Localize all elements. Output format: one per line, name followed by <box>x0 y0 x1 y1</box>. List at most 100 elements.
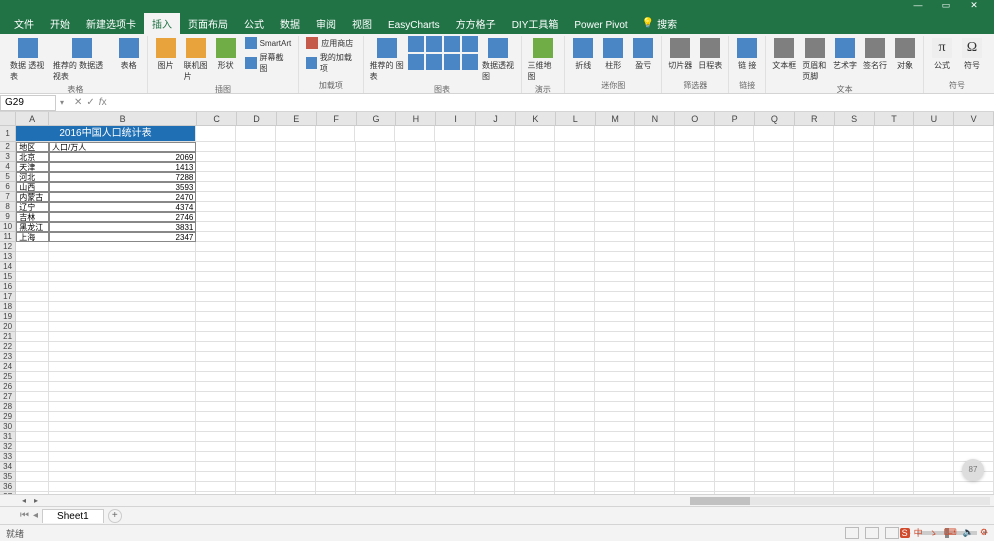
cell[interactable] <box>276 222 316 232</box>
cell[interactable] <box>16 392 49 402</box>
cell[interactable] <box>834 422 874 432</box>
minimize-button[interactable]: — <box>904 0 932 14</box>
cell[interactable] <box>675 472 715 482</box>
cell[interactable] <box>356 312 396 322</box>
cell[interactable] <box>914 302 954 312</box>
cell[interactable] <box>874 222 914 232</box>
cell[interactable] <box>795 392 835 402</box>
ime-s-icon[interactable]: S <box>900 528 910 538</box>
cell[interactable] <box>555 162 595 172</box>
cell[interactable] <box>436 172 476 182</box>
cell[interactable] <box>515 162 555 172</box>
cell[interactable] <box>316 442 356 452</box>
cell[interactable] <box>276 422 316 432</box>
row-header[interactable]: 32 <box>0 442 16 452</box>
cell[interactable] <box>436 182 476 192</box>
textbox-button[interactable]: 文本框 <box>770 36 798 73</box>
cell[interactable] <box>316 332 356 342</box>
cell[interactable] <box>49 302 196 312</box>
cell[interactable] <box>595 162 635 172</box>
ime-lang[interactable]: 中 <box>912 526 925 539</box>
cell[interactable] <box>954 312 994 322</box>
cell[interactable] <box>755 352 795 362</box>
column-header[interactable]: V <box>954 112 994 125</box>
cell[interactable] <box>196 262 236 272</box>
cell[interactable] <box>874 182 914 192</box>
column-header[interactable]: B <box>49 112 197 125</box>
cell[interactable] <box>914 162 954 172</box>
cell[interactable] <box>715 362 755 372</box>
column-header[interactable]: D <box>237 112 277 125</box>
row-header[interactable]: 16 <box>0 282 16 292</box>
cell[interactable] <box>555 362 595 372</box>
cell[interactable] <box>555 372 595 382</box>
cell[interactable] <box>316 262 356 272</box>
cell[interactable] <box>914 242 954 252</box>
cell[interactable] <box>595 372 635 382</box>
cell[interactable] <box>276 262 316 272</box>
cell[interactable] <box>675 162 715 172</box>
cell[interactable] <box>834 292 874 302</box>
cell[interactable] <box>914 322 954 332</box>
cell[interactable] <box>396 272 436 282</box>
cell[interactable] <box>196 332 236 342</box>
cell[interactable] <box>276 252 316 262</box>
view-page-layout-button[interactable] <box>865 527 879 539</box>
row-header[interactable]: 30 <box>0 422 16 432</box>
cell[interactable] <box>834 402 874 412</box>
cell[interactable] <box>874 212 914 222</box>
row-header[interactable]: 26 <box>0 382 16 392</box>
cell[interactable] <box>16 272 49 282</box>
column-header[interactable]: E <box>277 112 317 125</box>
cell[interactable] <box>595 242 635 252</box>
cell[interactable] <box>954 192 994 202</box>
cell[interactable] <box>595 392 635 402</box>
cell[interactable] <box>635 372 675 382</box>
cell[interactable] <box>755 472 795 482</box>
cell[interactable] <box>755 312 795 322</box>
cell[interactable] <box>236 332 276 342</box>
cell[interactable] <box>236 352 276 362</box>
cell[interactable] <box>49 352 196 362</box>
cell[interactable] <box>755 152 795 162</box>
cell[interactable] <box>475 272 515 282</box>
cell[interactable] <box>954 442 994 452</box>
my-addins-button[interactable]: 我的加载项 <box>303 51 358 75</box>
header-footer-button[interactable]: 页眉和页脚 <box>800 36 829 84</box>
pivot-chart-button[interactable]: 数据透视图 <box>480 36 517 84</box>
cell[interactable] <box>555 212 595 222</box>
cell[interactable] <box>954 432 994 442</box>
row-header[interactable]: 36 <box>0 482 16 492</box>
cell[interactable] <box>555 172 595 182</box>
cell[interactable] <box>675 202 715 212</box>
cell[interactable] <box>436 242 476 252</box>
cell[interactable] <box>715 382 755 392</box>
cell[interactable] <box>595 292 635 302</box>
cell[interactable] <box>475 222 515 232</box>
cell[interactable] <box>715 342 755 352</box>
cell[interactable] <box>196 442 236 452</box>
cell[interactable] <box>954 142 994 152</box>
cell[interactable] <box>635 282 675 292</box>
cell[interactable] <box>555 342 595 352</box>
cell[interactable] <box>49 462 196 472</box>
cell[interactable] <box>436 372 476 382</box>
cell[interactable] <box>954 412 994 422</box>
cell[interactable] <box>715 152 755 162</box>
cell[interactable] <box>555 202 595 212</box>
cell[interactable] <box>555 352 595 362</box>
cell[interactable]: 天津 <box>16 162 49 172</box>
cell[interactable] <box>675 412 715 422</box>
cell[interactable] <box>316 432 356 442</box>
cell[interactable] <box>874 332 914 342</box>
cell[interactable] <box>276 442 316 452</box>
tab-file[interactable]: 文件 <box>6 13 42 34</box>
cell[interactable] <box>715 126 755 142</box>
cell[interactable] <box>755 482 795 492</box>
cell[interactable] <box>475 302 515 312</box>
cell[interactable]: 2470 <box>49 192 196 202</box>
cell[interactable] <box>316 222 356 232</box>
cell[interactable] <box>475 312 515 322</box>
store-button[interactable]: 应用商店 <box>303 36 358 50</box>
cell[interactable] <box>396 172 436 182</box>
